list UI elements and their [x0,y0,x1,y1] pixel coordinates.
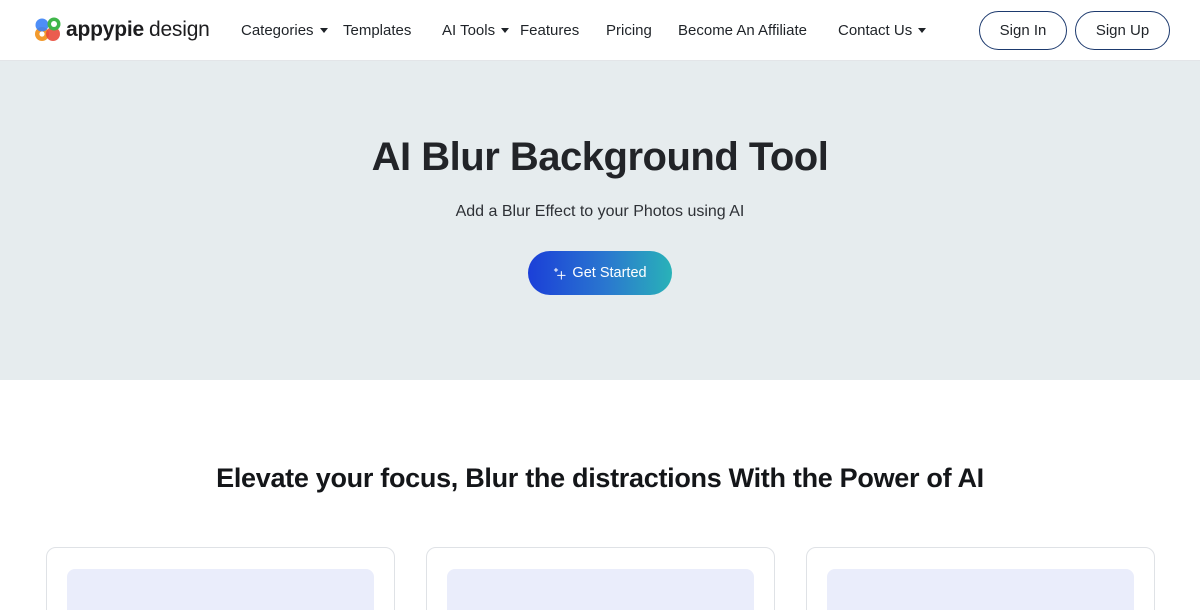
card-image-placeholder [827,569,1134,610]
nav-item-features[interactable]: Features [520,19,579,41]
nav-item-label: Contact Us [838,21,913,39]
hero-subtitle: Add a Blur Effect to your Photos using A… [455,203,745,220]
logo-text: appypie design [66,18,210,41]
nav-item-label: Become An Affiliate [678,21,807,39]
caret-down-icon [918,27,927,33]
page-title: AI Blur Background Tool [371,135,829,179]
caret-down-icon [501,27,510,33]
card-image-placeholder [67,569,374,610]
hero-section: AI Blur Background Tool Add a Blur Effec… [0,61,1200,380]
nav-item-pricing[interactable]: Pricing [606,19,652,41]
feature-card[interactable] [806,547,1155,610]
nav-item-categories[interactable]: Categories [241,19,328,41]
get-started-button[interactable]: Get Started [528,251,672,295]
site-header: appypie design Categories Templates AI To… [0,0,1200,61]
appypie-logo-icon [35,17,61,41]
caret-down-icon [319,27,328,33]
sign-in-button[interactable]: Sign In [979,11,1067,50]
feature-card[interactable] [46,547,395,610]
nav-item-label: AI Tools [442,21,496,39]
card-image-placeholder [447,569,754,610]
feature-card[interactable] [426,547,775,610]
logo[interactable]: appypie design [33,15,210,45]
nav-item-label: Categories [241,21,314,39]
nav-item-contact-us[interactable]: Contact Us [838,19,927,41]
nav-item-ai-tools[interactable]: AI Tools [442,19,510,41]
nav-item-templates[interactable]: Templates [343,19,411,41]
nav-item-label: Templates [343,21,412,39]
get-started-label: Get Started [572,265,647,281]
section-title: Elevate your focus, Blur the distraction… [216,463,984,493]
sign-up-button[interactable]: Sign Up [1075,11,1170,50]
nav-item-affiliate[interactable]: Become An Affiliate [678,19,807,41]
nav-item-label: Features [520,21,580,39]
nav-item-label: Pricing [606,21,652,39]
sparkle-icon [554,267,567,280]
